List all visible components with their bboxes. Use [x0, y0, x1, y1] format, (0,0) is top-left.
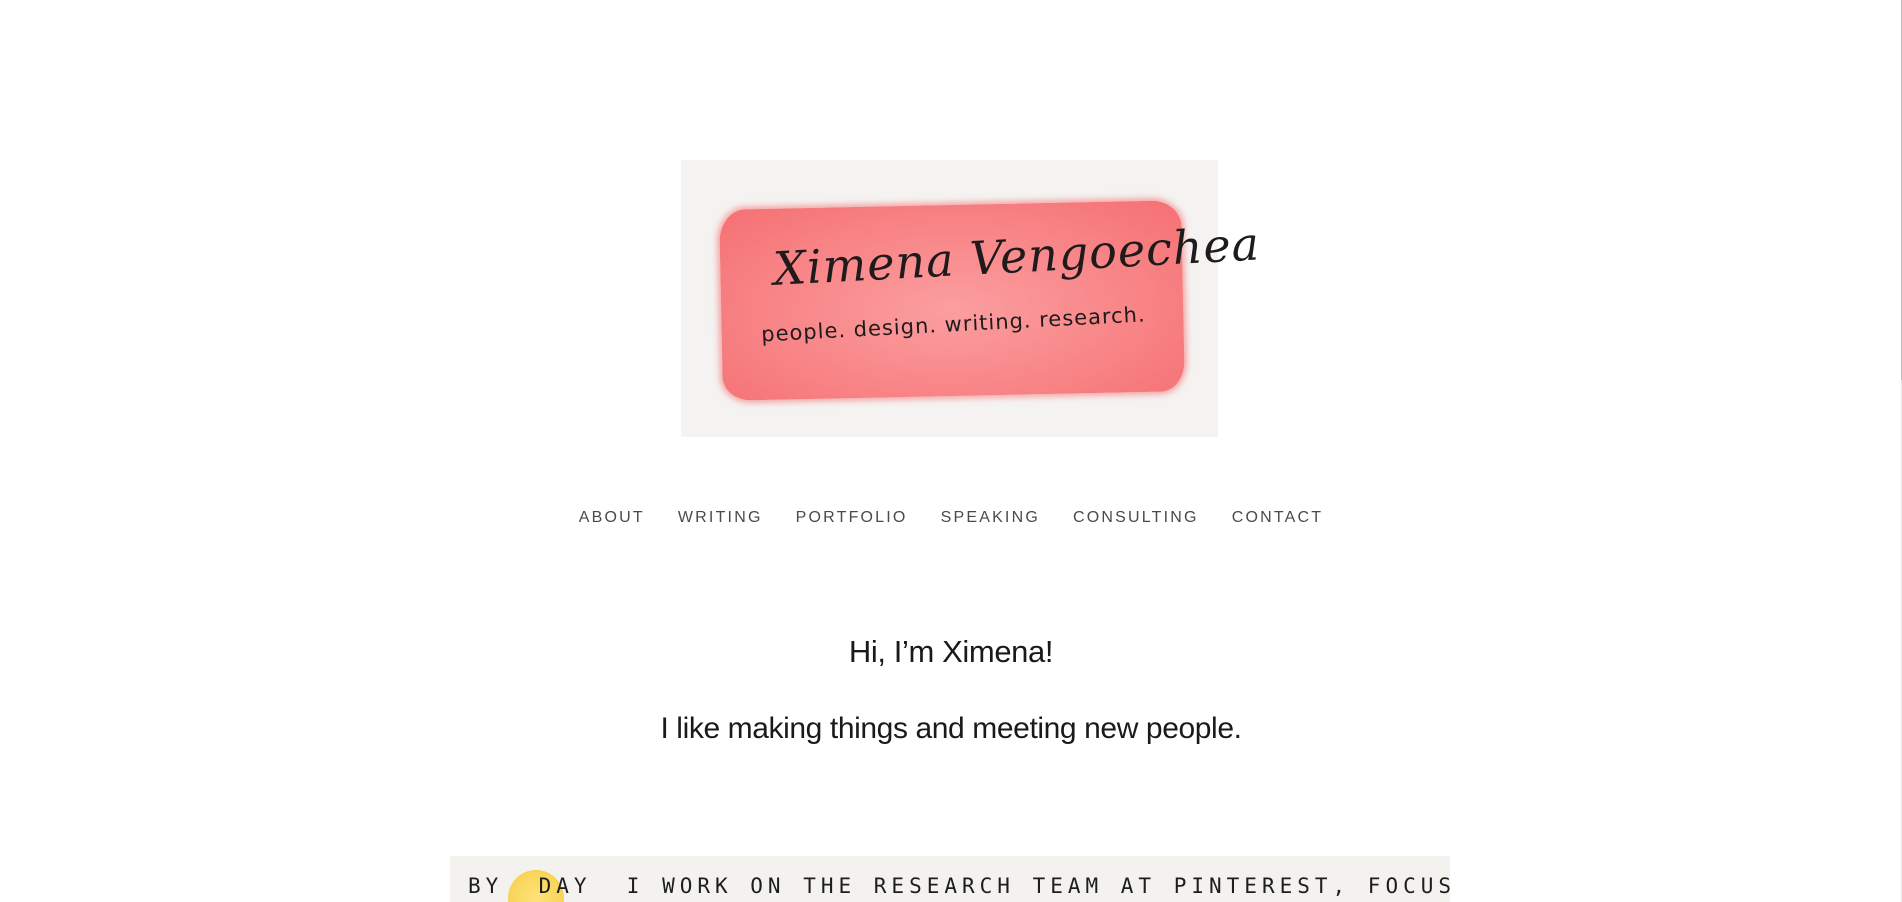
- nav-item-about[interactable]: ABOUT: [579, 509, 645, 527]
- nav-item-contact[interactable]: CONTACT: [1232, 509, 1324, 527]
- intro-greeting: Hi, I’m Ximena!: [848, 634, 1054, 669]
- intro-subline: I like making things and meeting new peo…: [660, 712, 1242, 745]
- site-logo[interactable]: Ximena Vengoechea people. design. writin…: [681, 160, 1261, 437]
- story-banner: BY DAY I WORK ON THE RESEARCH TEAM AT PI…: [450, 856, 1450, 902]
- nav-item-portfolio[interactable]: PORTFOLIO: [796, 509, 908, 527]
- nav-item-consulting[interactable]: CONSULTING: [1073, 509, 1199, 527]
- story-text: BY DAY I WORK ON THE RESEARCH TEAM AT PI…: [468, 874, 1450, 898]
- nav-item-writing[interactable]: WRITING: [678, 509, 763, 527]
- main-nav: ABOUT WRITING PORTFOLIO SPEAKING CONSULT…: [0, 509, 1902, 527]
- page: Ximena Vengoechea people. design. writin…: [0, 0, 1902, 902]
- nav-item-speaking[interactable]: SPEAKING: [941, 509, 1040, 527]
